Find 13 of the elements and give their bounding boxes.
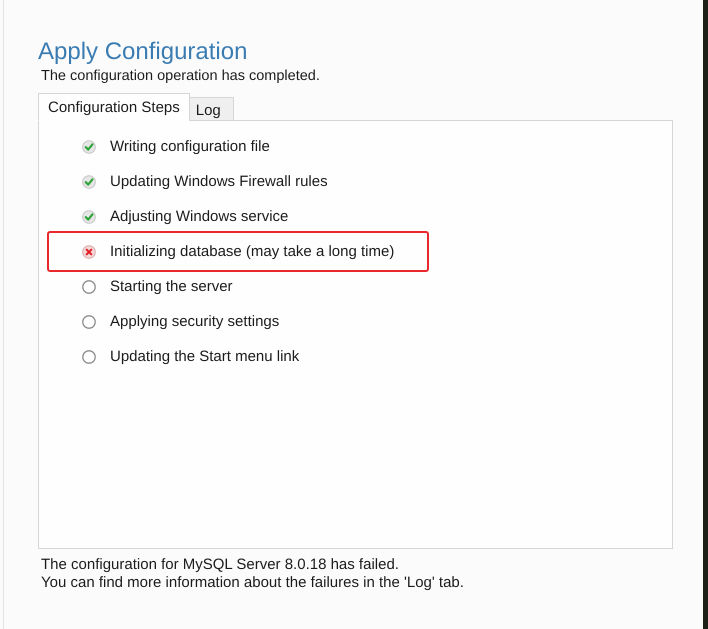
footer-text: The configuration for MySQL Server 8.0.18 has failed. — [41, 556, 399, 574]
status-text: The configuration operation has completed. — [41, 68, 320, 84]
step-label: Initializing database (may take a long time) — [110, 243, 394, 260]
step-label: Updating the Start menu link — [110, 348, 300, 365]
step-label: Writing configuration file — [110, 138, 270, 155]
page-title: Apply Configuration — [38, 38, 248, 65]
footer-text: You can find more information about the failures in the 'Log' tab. — [41, 574, 464, 592]
tab[interactable]: Log — [188, 97, 234, 121]
step-label: Updating Windows Firewall rules — [110, 173, 328, 190]
step-label: Applying security settings — [110, 313, 280, 330]
step-label: Adjusting Windows service — [110, 208, 288, 225]
step-label: Starting the server — [110, 278, 233, 295]
tab[interactable]: Configuration Steps — [38, 93, 190, 121]
